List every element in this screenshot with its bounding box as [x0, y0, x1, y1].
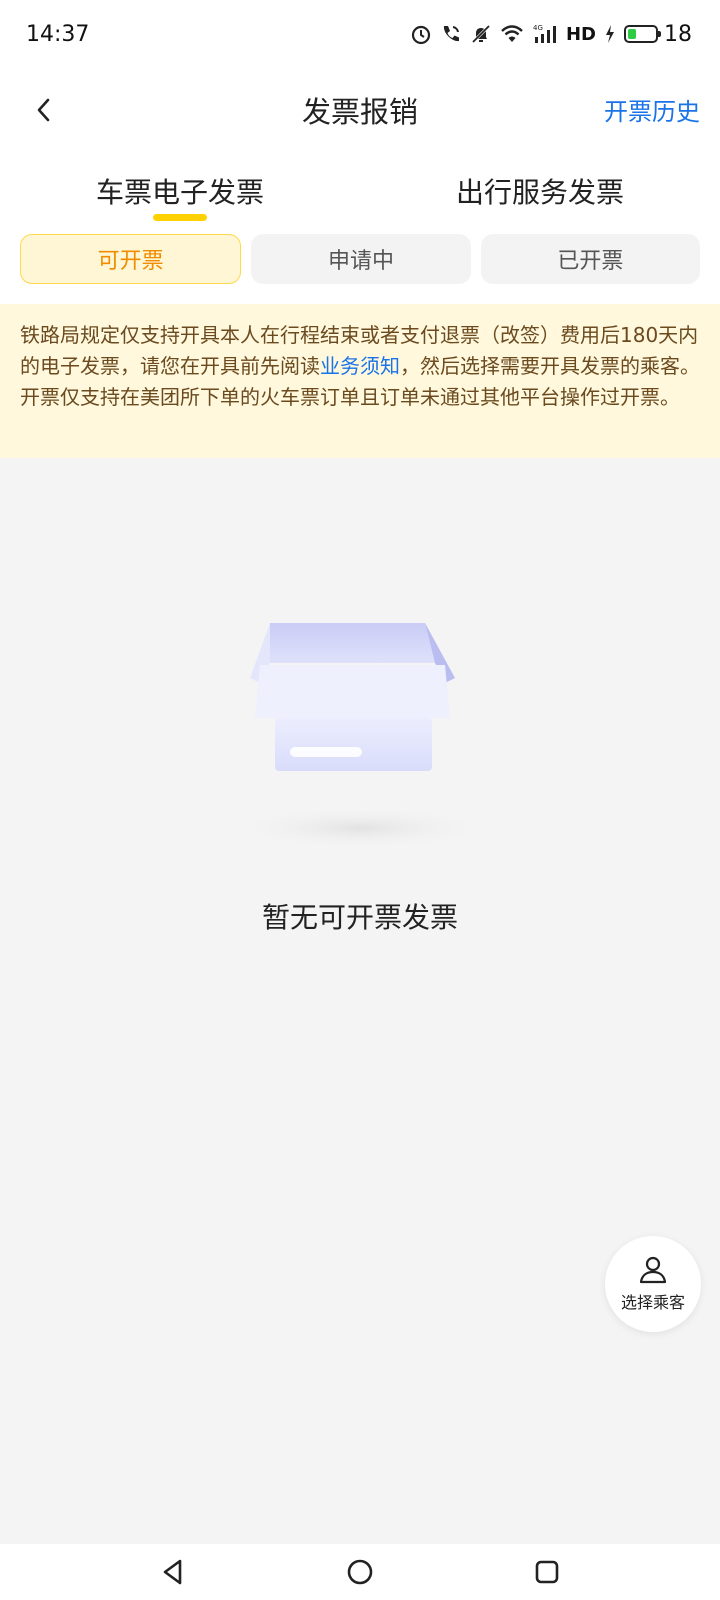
circle-home-icon	[347, 1559, 373, 1585]
main-tabs: 车票电子发票 出行服务发票	[0, 152, 720, 230]
empty-box-icon	[230, 623, 490, 850]
subtab-applying[interactable]: 申请中	[251, 234, 471, 284]
navigation-bar: 发票报销 开票历史	[0, 68, 720, 152]
status-time: 14:37	[26, 21, 90, 47]
system-recents-button[interactable]	[517, 1544, 577, 1600]
system-navigation-bar	[0, 1544, 720, 1600]
signal-4g-icon: 4G	[533, 24, 556, 43]
top-area: 14:37 4G HD 18 发票报销 开票历史 车票电子发票 出行服务发票 可…	[0, 0, 720, 304]
system-home-button[interactable]	[330, 1544, 390, 1600]
chevron-left-icon	[37, 98, 50, 122]
tab-label: 车票电子发票	[95, 176, 264, 209]
alarm-icon	[411, 25, 431, 45]
subtab-issued[interactable]: 已开票	[480, 234, 700, 284]
subtab-available[interactable]: 可开票	[20, 234, 242, 284]
person-icon	[639, 1256, 667, 1284]
call-icon	[443, 26, 459, 42]
invoice-history-link[interactable]: 开票历史	[604, 92, 700, 127]
business-notice-link[interactable]: 业务须知	[320, 354, 400, 378]
empty-state: 暂无可开票发票	[0, 458, 720, 1508]
notice-banner: 铁路局规定仅支持开具本人在行程结束或者支付退票（改签）费用后180天内的电子发票…	[0, 304, 720, 458]
status-icons: 4G HD 18	[410, 22, 692, 47]
tab-ticket-invoice-label-wrap: 车票电子发票	[95, 171, 264, 221]
tab-travel-service-invoice[interactable]: 出行服务发票	[360, 152, 720, 230]
svg-text:4G: 4G	[533, 24, 543, 32]
mute-bell-icon	[471, 24, 491, 44]
charging-icon	[606, 25, 614, 43]
sub-tabs: 可开票 申请中 已开票	[0, 230, 720, 304]
select-passenger-label: 选择乘客	[620, 1293, 685, 1312]
system-back-button[interactable]	[143, 1544, 203, 1600]
network-label: HD	[565, 23, 596, 45]
empty-state-text: 暂无可开票发票	[261, 901, 458, 934]
back-button[interactable]	[24, 90, 64, 130]
wifi-icon	[501, 25, 523, 42]
status-bar: 14:37 4G HD 18	[0, 0, 720, 68]
battery-group: 18	[624, 22, 692, 47]
page-title: 发票报销	[301, 95, 418, 129]
active-tab-indicator	[152, 214, 207, 221]
tab-label: 出行服务发票	[455, 176, 624, 209]
tab-ticket-invoice[interactable]: 车票电子发票	[0, 152, 360, 230]
square-recents-icon	[535, 1560, 558, 1584]
triangle-back-icon	[164, 1559, 182, 1585]
battery-level: 18	[664, 21, 692, 47]
select-passenger-button[interactable]: 选择乘客	[605, 1236, 701, 1332]
battery-icon	[624, 25, 661, 43]
